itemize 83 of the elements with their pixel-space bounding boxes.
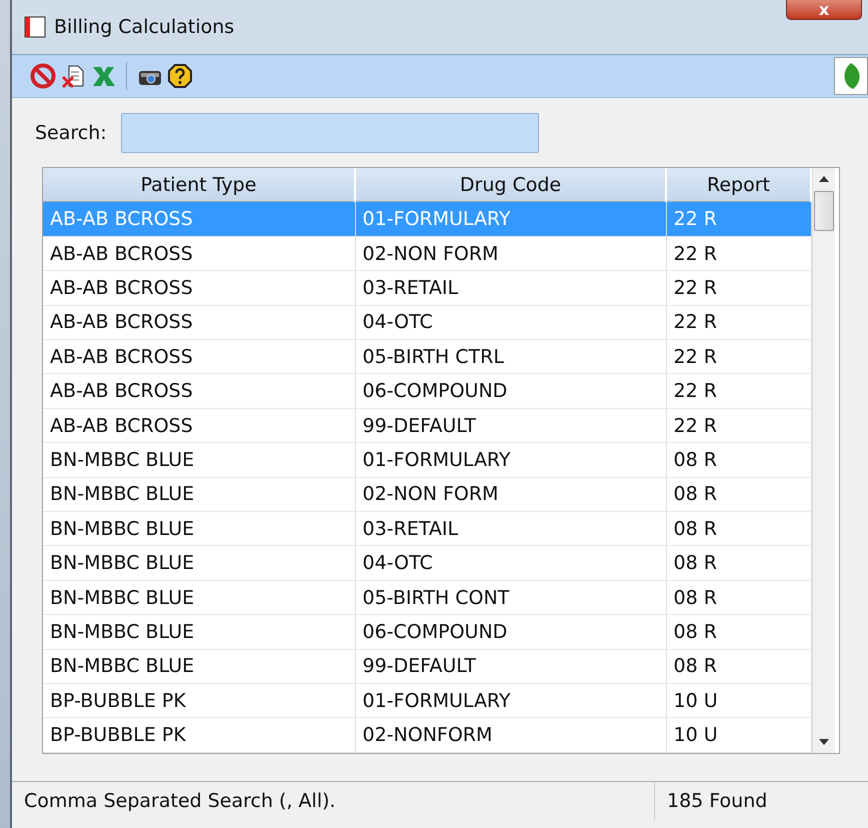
table-cell: BN-MBBC BLUE	[43, 649, 355, 684]
table-cell: 22 R	[666, 374, 811, 408]
table-cell: 22 R	[666, 305, 811, 340]
table-row[interactable]: AB-AB BCROSS 06-COMPOUND 22 R	[43, 374, 811, 408]
table-cell: AB-AB BCROSS	[43, 236, 355, 271]
help-icon	[167, 63, 193, 89]
window-icon	[24, 16, 46, 38]
help-button[interactable]	[167, 61, 193, 91]
table-cell: 22 R	[666, 270, 811, 306]
table-cell: 22 R	[666, 236, 811, 271]
table-cell: 22 R	[666, 340, 811, 374]
cancel-icon	[30, 63, 56, 89]
table-cell: 08 R	[666, 580, 811, 615]
table-cell: BN-MBBC BLUE	[43, 477, 355, 512]
table-cell: 02-NONFORM	[355, 718, 666, 752]
table-cell: BP-BUBBLE PK	[43, 718, 355, 752]
table-cell: 99-DEFAULT	[355, 408, 666, 443]
table-cell: 02-NON FORM	[355, 477, 666, 512]
table-cell: 22 R	[666, 408, 811, 443]
column-header[interactable]: Report	[666, 168, 811, 202]
column-header[interactable]: Patient Type	[43, 168, 355, 202]
table-cell: 05-BIRTH CONT	[355, 580, 666, 615]
table-cell: 08 R	[666, 546, 811, 580]
leaf-button[interactable]	[834, 57, 868, 95]
table-cell: 08 R	[666, 614, 811, 650]
table-cell: 01-FORMULARY	[355, 442, 666, 478]
table-cell: 10 U	[666, 684, 811, 718]
table-row[interactable]: BN-MBBC BLUE 05-BIRTH CONT 08 R	[43, 580, 811, 615]
table-cell: BN-MBBC BLUE	[43, 580, 355, 615]
table-row[interactable]: BN-MBBC BLUE 03-RETAIL 08 R	[43, 512, 811, 546]
table-cell: AB-AB BCROSS	[43, 374, 355, 408]
scrollbar[interactable]	[812, 168, 835, 753]
table-cell: 08 R	[666, 477, 811, 512]
table-cell: 03-RETAIL	[355, 512, 666, 546]
table-row[interactable]: BN-MBBC BLUE 04-OTC 08 R	[43, 546, 811, 580]
table-cell: AB-AB BCROSS	[43, 202, 355, 236]
table-cell: 03-RETAIL	[355, 270, 666, 306]
table-cell: 04-OTC	[355, 305, 666, 340]
table-cell: 08 R	[666, 512, 811, 546]
table-cell: AB-AB BCROSS	[43, 408, 355, 443]
table-cell: 99-DEFAULT	[355, 649, 666, 684]
status-hint: Comma Separated Search (, All).	[23, 790, 336, 812]
table-cell: 05-BIRTH CTRL	[355, 340, 666, 374]
column-header[interactable]: Drug Code	[355, 168, 666, 202]
table-cell: BN-MBBC BLUE	[43, 614, 355, 650]
table-row[interactable]: AB-AB BCROSS 99-DEFAULT 22 R	[43, 408, 811, 443]
table-row[interactable]: BP-BUBBLE PK 02-NONFORM 10 U	[43, 718, 811, 752]
search-field[interactable]	[120, 113, 539, 153]
table-row[interactable]: BN-MBBC BLUE 01-FORMULARY 08 R	[43, 442, 811, 478]
table-cell: 22 R	[666, 202, 811, 236]
table-cell: 01-FORMULARY	[355, 684, 666, 718]
table-row[interactable]: AB-AB BCROSS 02-NON FORM 22 R	[43, 236, 811, 271]
table-cell: AB-AB BCROSS	[43, 270, 355, 306]
table-row[interactable]: AB-AB BCROSS 03-RETAIL 22 R	[43, 270, 811, 306]
table-cell: 06-COMPOUND	[355, 614, 666, 650]
table-cell: 08 R	[666, 442, 811, 478]
table-cell: 08 R	[666, 649, 811, 684]
table-cell: 10 U	[666, 718, 811, 752]
result-count: 185 Found	[666, 790, 768, 812]
scroll-down-icon	[819, 739, 829, 745]
table-row[interactable]: AB-AB BCROSS 05-BIRTH CTRL 22 R	[43, 340, 811, 374]
scroll-up-icon	[819, 176, 829, 182]
table-cell: BN-MBBC BLUE	[43, 512, 355, 546]
table-row[interactable]: BN-MBBC BLUE 02-NON FORM 08 R	[43, 477, 811, 512]
document-delete-icon	[60, 63, 86, 89]
table-row[interactable]: AB-AB BCROSS 04-OTC 22 R	[43, 305, 811, 340]
table-cell: 01-FORMULARY	[355, 202, 666, 236]
table-cell: AB-AB BCROSS	[43, 340, 355, 374]
cancel-button[interactable]	[30, 61, 56, 91]
search-label: Search:	[35, 122, 107, 144]
table-cell: AB-AB BCROSS	[43, 305, 355, 340]
table-cell: BN-MBBC BLUE	[43, 442, 355, 478]
table-cell: BN-MBBC BLUE	[43, 546, 355, 580]
table-cell: 02-NON FORM	[355, 236, 666, 271]
table-cell: 06-COMPOUND	[355, 374, 666, 408]
table-cell: 04-OTC	[355, 546, 666, 580]
table-row[interactable]: BN-MBBC BLUE 06-COMPOUND 08 R	[43, 614, 811, 650]
close-button[interactable]: x	[786, 0, 862, 20]
table-row[interactable]: BN-MBBC BLUE 99-DEFAULT 08 R	[43, 649, 811, 684]
table-row[interactable]: BP-BUBBLE PK 01-FORMULARY 10 U	[43, 684, 811, 718]
table-cell: BP-BUBBLE PK	[43, 684, 355, 718]
window-title: Billing Calculations	[54, 16, 234, 38]
scroll-thumb[interactable]	[814, 191, 834, 231]
